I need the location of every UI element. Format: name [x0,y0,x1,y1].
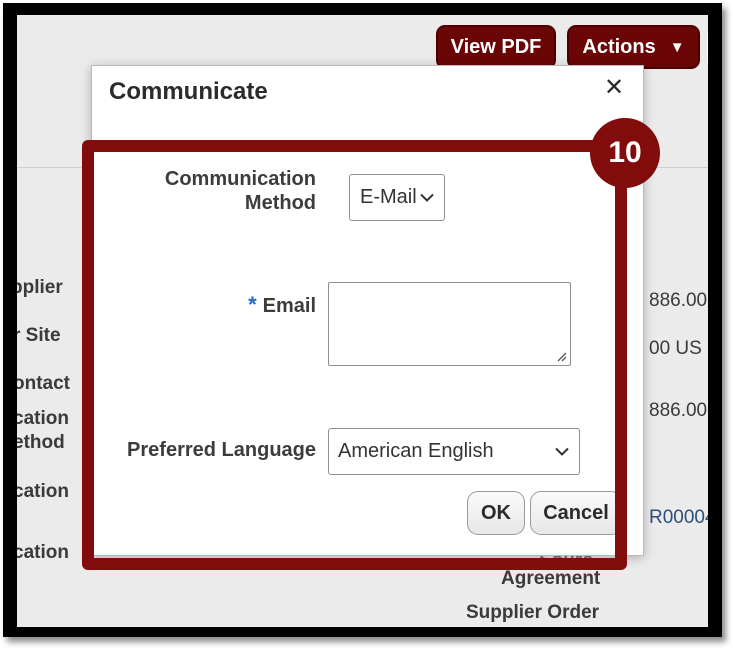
actions-label: Actions [582,35,656,58]
step-highlight-box [82,140,627,570]
toolbar-edge [707,33,708,63]
bg-label-location-1: cation [17,481,69,502]
bg-label-comm-method-1: cation [17,408,69,429]
bg-label-supplier: pplier [17,277,63,298]
view-pdf-label: View PDF [450,35,542,58]
actions-button[interactable]: Actions ▼ [567,25,700,69]
bg-label-supplier-site: r Site [17,325,61,346]
bg-value-amount-2: 00 US [649,338,702,359]
step-number-badge: 10 [590,118,660,188]
step-number: 10 [608,136,642,169]
bg-value-amount-1: 886.00 [649,290,708,311]
bg-label-supplier-order: Supplier Order [466,602,600,623]
bg-label-location-2: cation [17,542,69,563]
bg-label-comm-method-2: ethod [17,432,65,453]
caret-down-icon: ▼ [669,38,685,56]
bg-label-agreement: Agreement [501,568,601,589]
bg-label-contact: ontact [17,373,70,394]
bg-value-order-ref[interactable]: R00004 [649,507,708,529]
close-icon[interactable]: ✕ [602,76,626,100]
bg-value-amount-3: 886.00 [649,400,708,421]
view-pdf-button[interactable]: View PDF [436,25,556,69]
dialog-title: Communicate [109,78,268,105]
